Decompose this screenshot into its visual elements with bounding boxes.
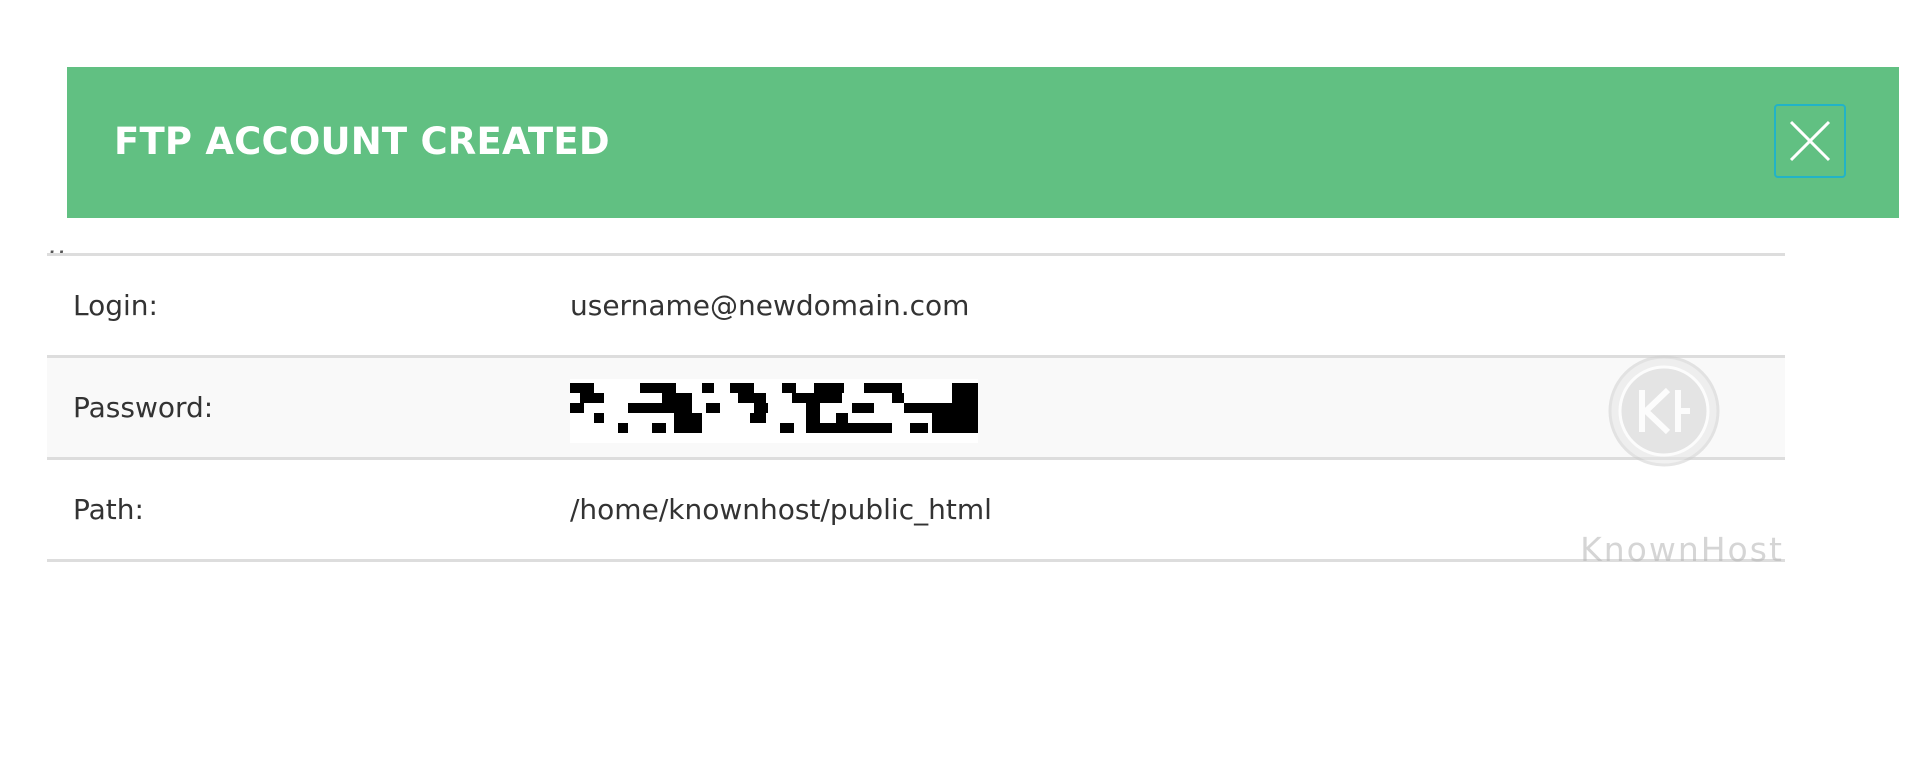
login-label: Login: xyxy=(73,289,158,322)
dialog-title: FTP ACCOUNT CREATED xyxy=(114,120,610,163)
close-button[interactable] xyxy=(1774,104,1846,178)
close-icon xyxy=(1789,120,1831,162)
password-label: Password: xyxy=(73,391,214,424)
login-value: username@newdomain.com xyxy=(570,289,970,322)
knownhost-watermark: KnownHost xyxy=(1490,354,1782,568)
table-row-login: Login: username@newdomain.com xyxy=(47,256,1785,358)
redacted-password xyxy=(570,379,978,443)
dialog-header: FTP ACCOUNT CREATED xyxy=(67,67,1899,218)
path-value: /home/knownhost/public_html xyxy=(570,493,992,526)
knownhost-logo xyxy=(1608,355,1720,467)
watermark-text: KnownHost xyxy=(1580,530,1784,569)
path-label: Path: xyxy=(73,493,144,526)
page: FTP ACCOUNT CREATED ,, Login: username@n… xyxy=(0,0,1924,759)
